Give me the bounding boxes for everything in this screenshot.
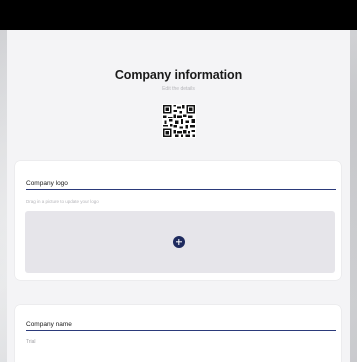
qr-code-icon[interactable]: [162, 104, 196, 138]
logo-dropzone[interactable]: [25, 211, 335, 273]
plus-circle-icon[interactable]: [173, 236, 185, 248]
page-subtitle: Edit the details: [162, 86, 195, 92]
company-logo-card: Company logo Drag in a picture to update…: [15, 161, 341, 280]
company-name-card: Company name Trial: [15, 305, 341, 362]
company-logo-hint: Drag in a picture to update your logo: [26, 199, 99, 204]
company-info-panel: Company information Edit the details Com…: [7, 30, 350, 362]
company-logo-label: Company logo: [26, 180, 68, 187]
company-name-underline: [26, 330, 336, 331]
top-bar: [0, 0, 357, 30]
company-name-input[interactable]: Trial: [26, 339, 36, 345]
company-logo-underline: [26, 189, 336, 190]
company-name-label: Company name: [26, 321, 72, 328]
page-title: Company information: [114, 68, 243, 82]
